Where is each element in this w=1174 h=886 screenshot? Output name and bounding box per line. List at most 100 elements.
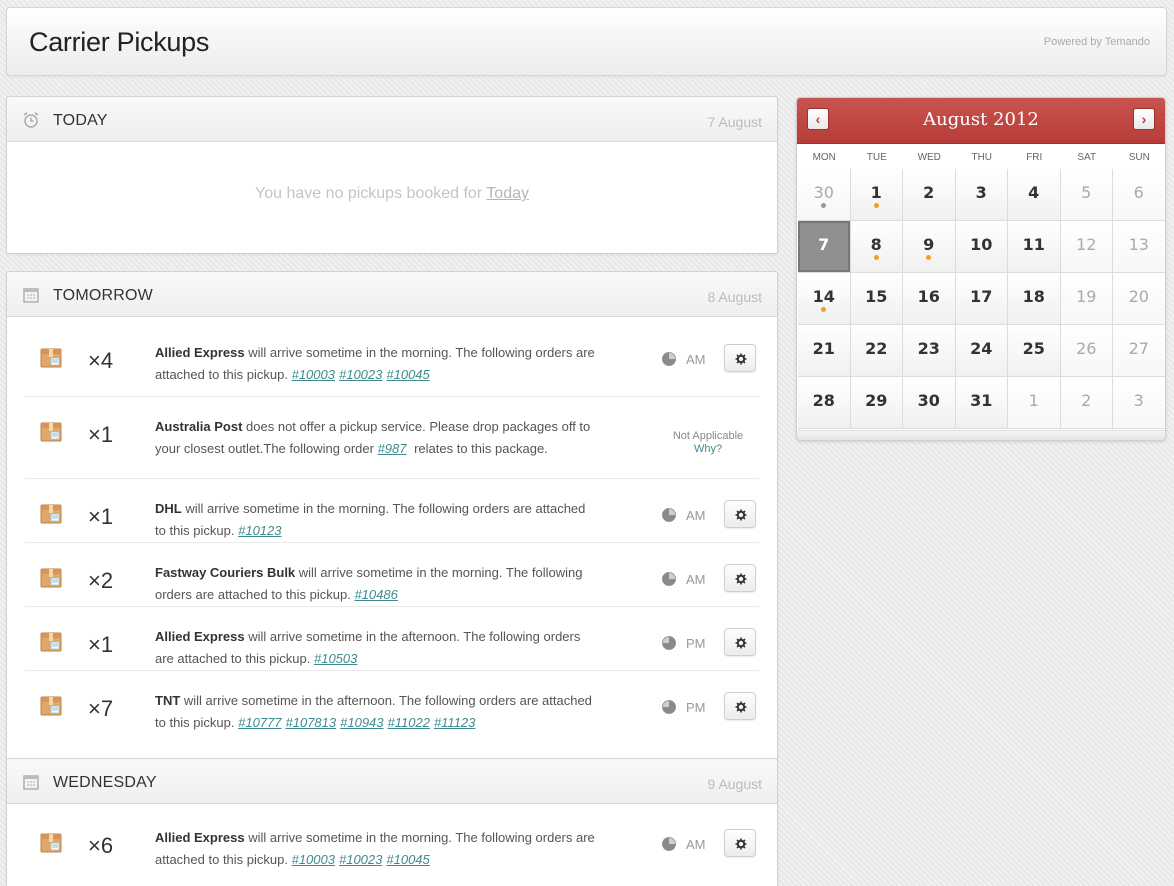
pickup-settings-button[interactable] [724,500,756,528]
pickup-time: AM [661,571,706,587]
order-link[interactable]: #10045 [386,852,429,867]
pickup-settings-button[interactable] [724,829,756,857]
order-link[interactable]: #10943 [340,715,383,730]
today-link[interactable]: Today [486,185,529,202]
row-divider [25,478,759,479]
calendar-day[interactable]: 1 [850,169,903,221]
day-number: 19 [1076,287,1097,306]
status-text: Not Applicable [672,430,744,442]
day-number: 18 [1022,287,1045,306]
calendar-header: ‹ August 2012 › [797,98,1165,144]
pickup-time: AM [661,836,706,852]
carrier-name: DHL [155,501,182,516]
calendar-day[interactable]: 16 [903,273,956,325]
tomorrow-title: TOMORROW [53,287,153,304]
calendar-day[interactable]: 13 [1113,221,1165,273]
pickup-text: will arrive sometime in the morning. The… [155,501,586,538]
calendar-day[interactable]: 3 [955,169,1008,221]
calendar-day[interactable]: 20 [1113,273,1165,325]
calendar-day[interactable]: 12 [1060,221,1113,273]
calendar-day[interactable]: 30 [798,169,851,221]
calendar-day[interactable]: 26 [1060,325,1113,377]
pickup-description: DHL will arrive sometime in the morning.… [155,498,595,542]
order-link[interactable]: #10003 [292,367,335,382]
calendar-month-title: August 2012 [923,109,1039,130]
pickup-settings-button[interactable] [724,692,756,720]
calendar-day[interactable]: 8 [850,221,903,273]
pickup-time: PM [661,699,706,715]
calendar-day[interactable]: 10 [955,221,1008,273]
weekday-label: TUE [866,152,887,163]
carrier-name: Australia Post [155,419,243,434]
calendar-day[interactable]: 5 [1060,169,1113,221]
calendar-day[interactable]: 4 [1008,169,1061,221]
package-quantity: ×1 [88,632,114,657]
day-number: 2 [923,183,935,202]
day-number: 11 [1022,235,1045,254]
gear-icon [735,838,747,850]
calendar-day[interactable]: 6 [1113,169,1165,221]
day-number: 2 [1081,391,1092,410]
order-link[interactable]: #987 [378,441,407,456]
pickup-text-after: relates to this package. [410,441,548,456]
package-box-icon [40,566,62,588]
calendar-day[interactable]: 24 [955,325,1008,377]
calendar-day[interactable]: 18 [1008,273,1061,325]
order-link[interactable]: #10123 [238,523,281,538]
tomorrow-date: 8 August [707,289,763,305]
pickup-settings-button[interactable] [724,628,756,656]
order-link[interactable]: #107813 [286,715,337,730]
order-link[interactable]: #10023 [339,367,382,382]
calendar-next-button[interactable]: › [1133,108,1155,130]
pickup-settings-button[interactable] [724,564,756,592]
calendar-day[interactable]: 27 [1113,325,1165,377]
calendar-day[interactable]: 28 [798,377,851,429]
day-number: 8 [870,235,882,254]
calendar-day[interactable]: 14 [798,273,851,325]
order-link[interactable]: #10503 [314,651,357,666]
calendar-day[interactable]: 19 [1060,273,1113,325]
calendar-day[interactable]: 21 [798,325,851,377]
calendar-day[interactable]: 2 [903,169,956,221]
order-link[interactable]: #11022 [388,715,430,730]
pickup-time: AM [661,507,706,523]
wednesday-panel: WEDNESDAY 9 August ×6 Allied Express will… [6,758,778,886]
calendar-day[interactable]: 3 [1113,377,1165,429]
day-number: 26 [1076,339,1097,358]
calendar-day[interactable]: 1 [1008,377,1061,429]
calendar-day[interactable]: 11 [1008,221,1061,273]
day-number: 30 [917,391,940,410]
order-link[interactable]: #10045 [386,367,429,382]
calendar-day[interactable]: 29 [850,377,903,429]
row-divider [25,670,759,671]
calendar-day[interactable]: 30 [903,377,956,429]
day-number: 1 [870,183,882,202]
day-number: 16 [917,287,940,306]
calendar-day[interactable]: 17 [955,273,1008,325]
order-link[interactable]: #10023 [339,852,382,867]
why-link[interactable]: Why? [694,443,722,455]
today-title: TODAY [53,112,108,129]
weekday-label: MON [812,152,836,163]
order-link[interactable]: #10486 [354,587,397,602]
day-number: 17 [970,287,993,306]
day-number: 23 [917,339,940,358]
day-number: 3 [1133,391,1144,410]
calendar-day[interactable]: 31 [955,377,1008,429]
order-link[interactable]: #11123 [434,715,475,730]
weekday-label: THU [971,152,993,163]
calendar-day[interactable]: 9 [903,221,956,273]
calendar-day[interactable]: 22 [850,325,903,377]
order-link[interactable]: #10003 [292,852,335,867]
carrier-name: Allied Express [155,629,245,644]
calendar-day[interactable]: 25 [1008,325,1061,377]
calendar-day[interactable]: 15 [850,273,903,325]
calendar-day[interactable]: 23 [903,325,956,377]
calendar-day[interactable]: 2 [1060,377,1113,429]
wednesday-date: 9 August [707,776,763,792]
package-quantity: ×1 [88,422,114,447]
row-divider [25,542,759,543]
order-link[interactable]: #10777 [238,715,281,730]
pickup-settings-button[interactable] [724,344,756,372]
calendar-day-today[interactable]: 7 [798,221,851,273]
